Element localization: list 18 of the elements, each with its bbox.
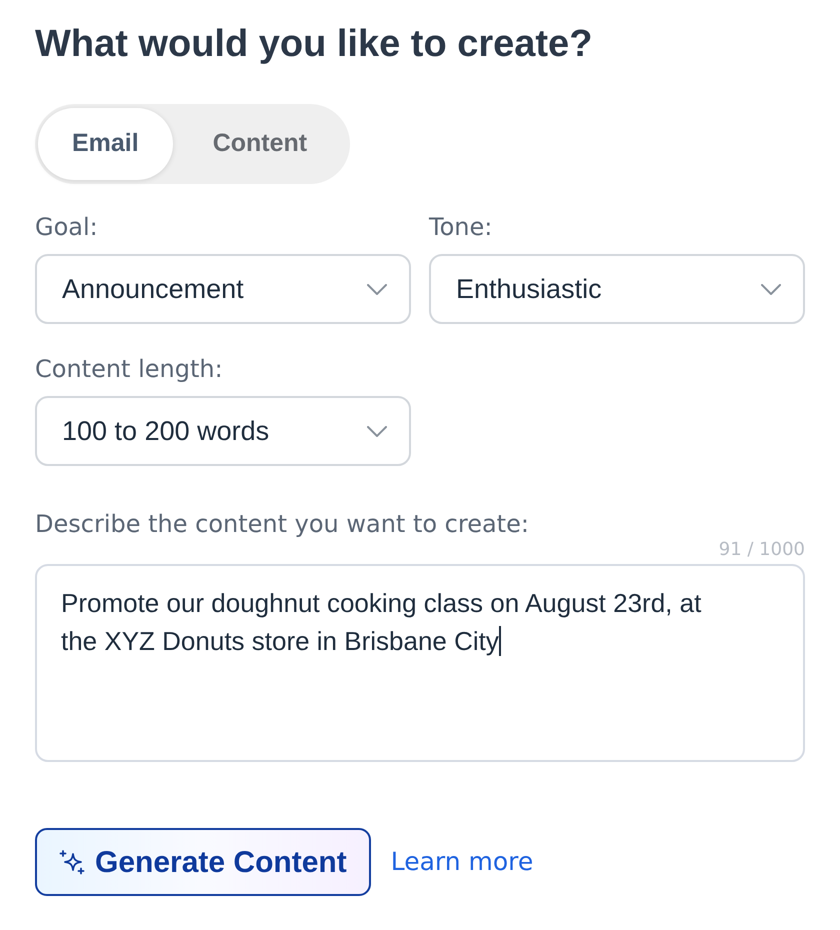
character-counter: 91 / 1000 [718, 539, 805, 561]
page-heading: What would you like to create? [35, 22, 592, 66]
tone-select[interactable]: Enthusiastic [429, 254, 805, 324]
goal-select[interactable]: Announcement [35, 254, 411, 324]
mode-tab[interactable]: Email [38, 108, 173, 180]
learn-more-link[interactable]: Learn more [390, 843, 534, 881]
mode-tab[interactable]: Content [172, 108, 348, 180]
description-field[interactable]: Promote our doughnut cooking class on August 23rd, at the XYZ Donuts store in Brisbane City [35, 564, 805, 762]
sparkle-icon [59, 849, 85, 875]
description-label: Describe the content you want to create: [35, 509, 529, 539]
length-select[interactable]: 100 to 200 words [35, 396, 411, 466]
field-label: Tone: [429, 212, 492, 242]
chevron-down-icon [367, 284, 387, 294]
field-label: Content length: [35, 354, 223, 384]
generate-content-button[interactable]: Generate Content [35, 828, 371, 896]
chevron-down-icon [367, 426, 387, 436]
field-label: Goal: [35, 212, 98, 242]
chevron-down-icon [761, 284, 781, 294]
